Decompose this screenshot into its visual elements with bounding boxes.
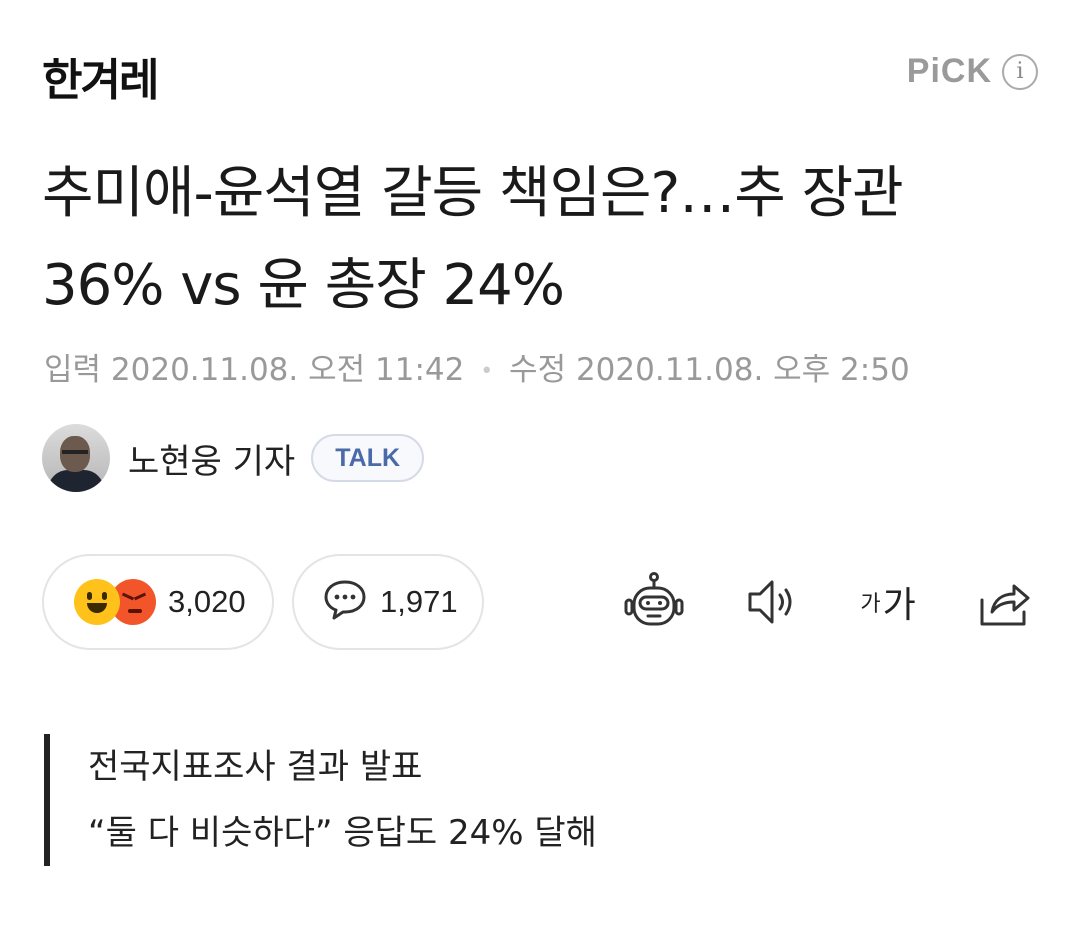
font-size-small: 가 — [860, 592, 881, 617]
input-label: 입력 — [44, 352, 102, 388]
comment-icon — [322, 578, 368, 626]
comment-count: 1,971 — [380, 584, 458, 619]
article-headline: 추미애-윤석열 갈등 책임은?…추 장관 36% vs 윤 총장 24% — [42, 161, 904, 318]
pick-label: PiCK — [906, 52, 992, 90]
font-size-large: 가 — [882, 585, 916, 626]
input-time: 2020.11.08. 오전 11:42 — [110, 352, 465, 388]
dateline: 입력 2020.11.08. 오전 11:42 • 수정 2020.11.08.… — [44, 344, 910, 389]
speaker-icon[interactable] — [740, 570, 804, 634]
pick-badge: PiCK i — [907, 52, 1038, 91]
press-logo[interactable]: 한겨레 — [42, 44, 159, 108]
robot-summary-icon[interactable] — [622, 570, 686, 634]
info-icon[interactable]: i — [1002, 53, 1038, 90]
dateline-separator: • — [480, 359, 494, 384]
share-icon[interactable] — [972, 570, 1036, 634]
happy-emoji-icon — [74, 579, 120, 625]
reporter-avatar[interactable] — [42, 424, 110, 492]
edit-time: 2020.11.08. 오후 2:50 — [575, 352, 910, 388]
reporter-name[interactable]: 노현웅 기자 — [128, 434, 295, 483]
edit-label: 수정 — [509, 352, 567, 388]
reporter-row: 노현웅 기자 TALK — [42, 424, 425, 492]
talk-button[interactable]: TALK — [311, 434, 425, 482]
summary-line: 전국지표조사 결과 발표 — [88, 747, 423, 787]
article-summary: 전국지표조사 결과 발표 “둘 다 비슷하다” 응답도 24% 달해 — [44, 734, 597, 866]
font-size-icon[interactable]: 가 가 — [852, 570, 924, 634]
reaction-count: 3,020 — [168, 584, 246, 619]
summary-line: “둘 다 비슷하다” 응답도 24% 달해 — [88, 813, 597, 853]
reaction-button[interactable]: 3,020 — [42, 554, 274, 650]
comment-button[interactable]: 1,971 — [292, 554, 484, 650]
